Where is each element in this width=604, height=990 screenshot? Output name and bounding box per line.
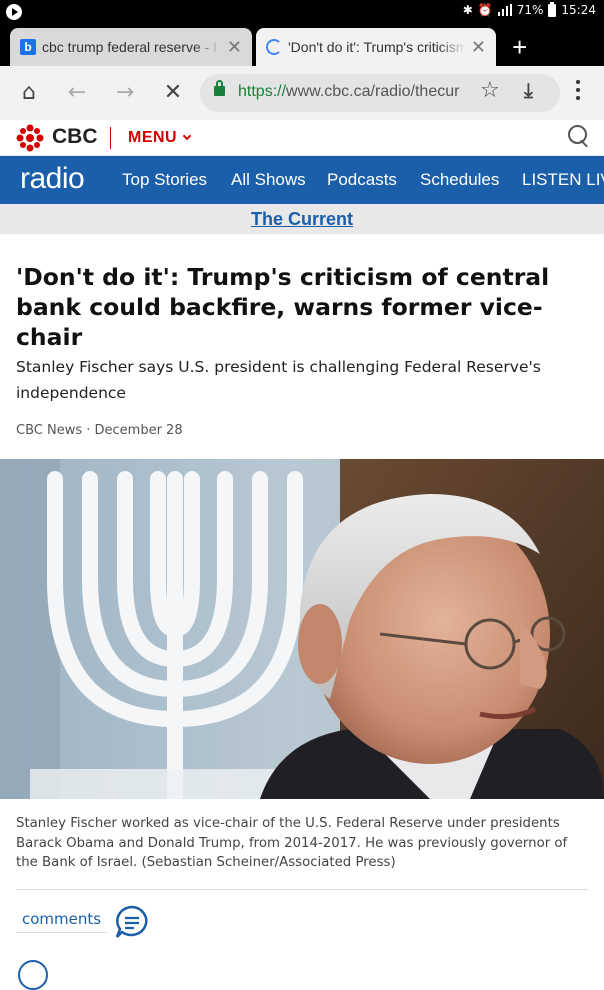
tab-strip: b cbc trump federal reserve - I ✕ 'Don't… [0,24,604,66]
download-icon[interactable]: ⤓ [524,78,533,102]
new-tab-plus-icon[interactable]: + [512,32,527,63]
loading-spinner-icon [266,39,282,55]
photo-caption: Stanley Fischer worked as vice-chair of … [16,816,568,870]
back-arrow-icon[interactable]: ← [62,78,92,108]
show-bar: The Current [0,204,604,234]
search-icon[interactable] [568,125,590,147]
stop-loading-icon[interactable]: ✕ [158,78,188,108]
address-bar[interactable]: https://www.cbc.ca/radio/thecur ☆ ⤓ [200,74,560,112]
article-deck: Stanley Fischer says U.S. president is c… [16,358,541,402]
bookmark-star-icon[interactable]: ☆ [480,78,500,103]
nav-link-podcasts[interactable]: Podcasts [327,170,397,190]
battery-icon [548,1,557,17]
header-divider [110,127,111,149]
article-headline: 'Don't do it': Trump's criticism of cent… [16,263,550,351]
forward-arrow-icon[interactable]: → [110,78,140,108]
tab-search[interactable]: b cbc trump federal reserve - I ✕ [10,28,252,66]
radio-logo[interactable]: radio [20,162,85,196]
home-icon[interactable]: ⌂ [14,78,44,108]
play-notification-icon [6,4,22,20]
lock-icon [214,80,225,96]
share-icon[interactable] [18,960,48,990]
close-tab-icon[interactable]: ✕ [227,37,242,58]
tab-title: cbc trump federal reserve - I [42,39,218,55]
comment-bubble-icon[interactable] [114,904,150,940]
divider [16,889,588,890]
menu-label: MENU [128,129,178,146]
status-icons: ✱ ⏰ 71% 15:24 [462,1,596,17]
tab-article[interactable]: 'Don't do it': Trump's criticism ✕ [256,28,496,66]
tab-title: 'Don't do it': Trump's criticism [288,39,465,55]
url-text[interactable]: https://www.cbc.ca/radio/thecur [238,83,468,101]
cbc-header: CBC MENU [0,120,604,156]
battery-percent: 71% [516,3,544,17]
close-tab-icon[interactable]: ✕ [471,37,486,58]
signal-icon [497,4,512,16]
status-bar: ✱ ⏰ 71% 15:24 [0,0,604,24]
alarm-icon: ⏰ [477,3,493,17]
nav-link-listen-live[interactable]: LISTEN LIVE [522,170,604,190]
browser-toolbar: ⌂ ← → ✕ https://www.cbc.ca/radio/thecur … [0,66,604,120]
chevron-down-icon [182,131,192,141]
clock: 15:24 [561,3,596,17]
hero-photo [0,459,604,799]
overflow-menu-icon[interactable] [568,76,588,110]
bluetooth-icon: ✱ [462,3,473,17]
cbc-brand[interactable]: CBC [52,125,98,149]
nav-link-all-shows[interactable]: All Shows [231,170,306,190]
bing-b-icon: b [20,39,36,55]
radio-nav: radio Top Stories All Shows Podcasts Sch… [0,156,604,204]
show-name-link[interactable]: The Current [251,209,353,229]
article-byline: CBC News · December 28 [16,423,183,438]
nav-link-schedules[interactable]: Schedules [420,170,499,190]
cbc-gem-logo-icon[interactable] [16,124,44,152]
nav-link-top-stories[interactable]: Top Stories [122,170,207,190]
menu-button[interactable]: MENU [128,129,192,147]
comments-link[interactable]: comments [16,910,108,933]
